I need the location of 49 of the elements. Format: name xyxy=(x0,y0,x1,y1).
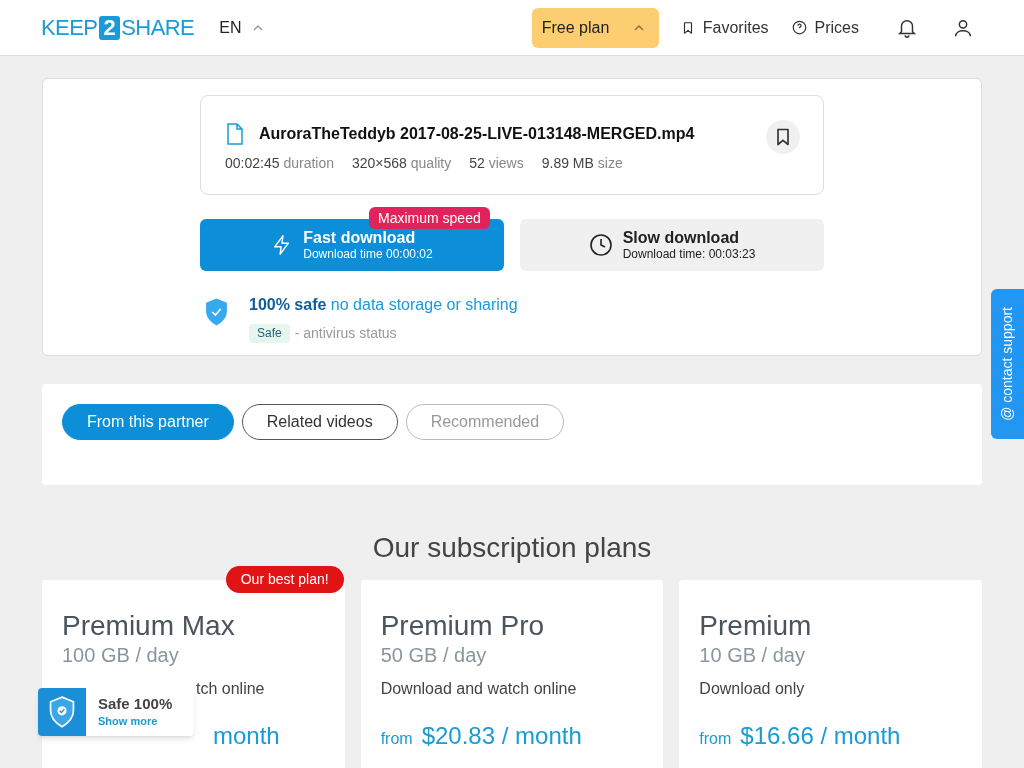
file-name: AuroraTheTeddyb 2017-08-25-LIVE-013148-MERGED.mp4 xyxy=(259,124,695,144)
logo-badge: 2 xyxy=(98,15,121,40)
plan-quota: 100 GB / day xyxy=(62,643,180,668)
language-selector[interactable]: EN xyxy=(219,15,264,40)
plan-price: month xyxy=(213,721,280,751)
plans-title: Our subscription plans xyxy=(371,531,653,565)
bookmark-button[interactable] xyxy=(766,120,800,154)
download-title: Slow download xyxy=(622,228,740,247)
file-meta: 00:02:45 duration xyxy=(225,154,334,173)
plan-price: $16.66 / month xyxy=(740,721,901,751)
plan-quota: 10 GB / day xyxy=(699,643,806,668)
plan-name: Premium Max xyxy=(62,610,236,642)
nav-link[interactable]: Favorites xyxy=(679,15,770,40)
file-meta: 52 views xyxy=(469,154,524,173)
file-meta: 9.89 MB size xyxy=(541,154,623,173)
plan-description: Download only xyxy=(699,679,805,699)
file-meta: 320×568 quality xyxy=(352,154,452,173)
safe-tag: Safe xyxy=(249,324,290,343)
plan-description: Download and watch online xyxy=(380,679,577,699)
price-prefix: from xyxy=(699,729,732,749)
download-time: Download time: 00:03:23 xyxy=(622,247,756,262)
nav-link[interactable]: Prices xyxy=(790,15,860,40)
plan-quota: 50 GB / day xyxy=(380,643,488,668)
download-time: Download time 00:00:02 xyxy=(303,247,433,262)
shield-check-icon xyxy=(204,297,229,327)
help-icon xyxy=(791,20,807,35)
tab[interactable]: Related videos xyxy=(241,404,398,440)
clock-icon xyxy=(588,233,613,257)
logo-text: SHARE xyxy=(121,14,195,42)
plan-button[interactable]: Free plan xyxy=(531,7,659,48)
plan-description: tch online xyxy=(196,679,265,699)
price-prefix: from xyxy=(380,729,413,749)
speed-badge: Maximum speed xyxy=(369,207,490,229)
widget-title: Safe 100% xyxy=(98,694,173,713)
download-button[interactable]: Slow download Download time: 00:03:23 xyxy=(520,219,824,271)
caret-icon xyxy=(253,24,264,31)
antivirus-status: - antivirus status xyxy=(294,324,397,343)
plan-name: Premium Pro xyxy=(380,610,546,642)
plan-price: $20.83 / month xyxy=(421,721,582,751)
tab[interactable]: From this partner xyxy=(62,404,234,440)
safe-widget[interactable]: Safe 100% Show more xyxy=(38,688,194,736)
logo-text: KEEP xyxy=(41,14,98,42)
download-title: Fast download xyxy=(303,228,416,247)
caret-icon xyxy=(633,24,644,31)
shield-check-icon xyxy=(48,696,76,728)
best-plan-badge: Our best plan! xyxy=(225,566,344,593)
safety-headline: 100% safe no data storage or sharing xyxy=(249,295,518,315)
file-icon xyxy=(225,123,245,145)
plan-name: Premium xyxy=(699,610,813,642)
